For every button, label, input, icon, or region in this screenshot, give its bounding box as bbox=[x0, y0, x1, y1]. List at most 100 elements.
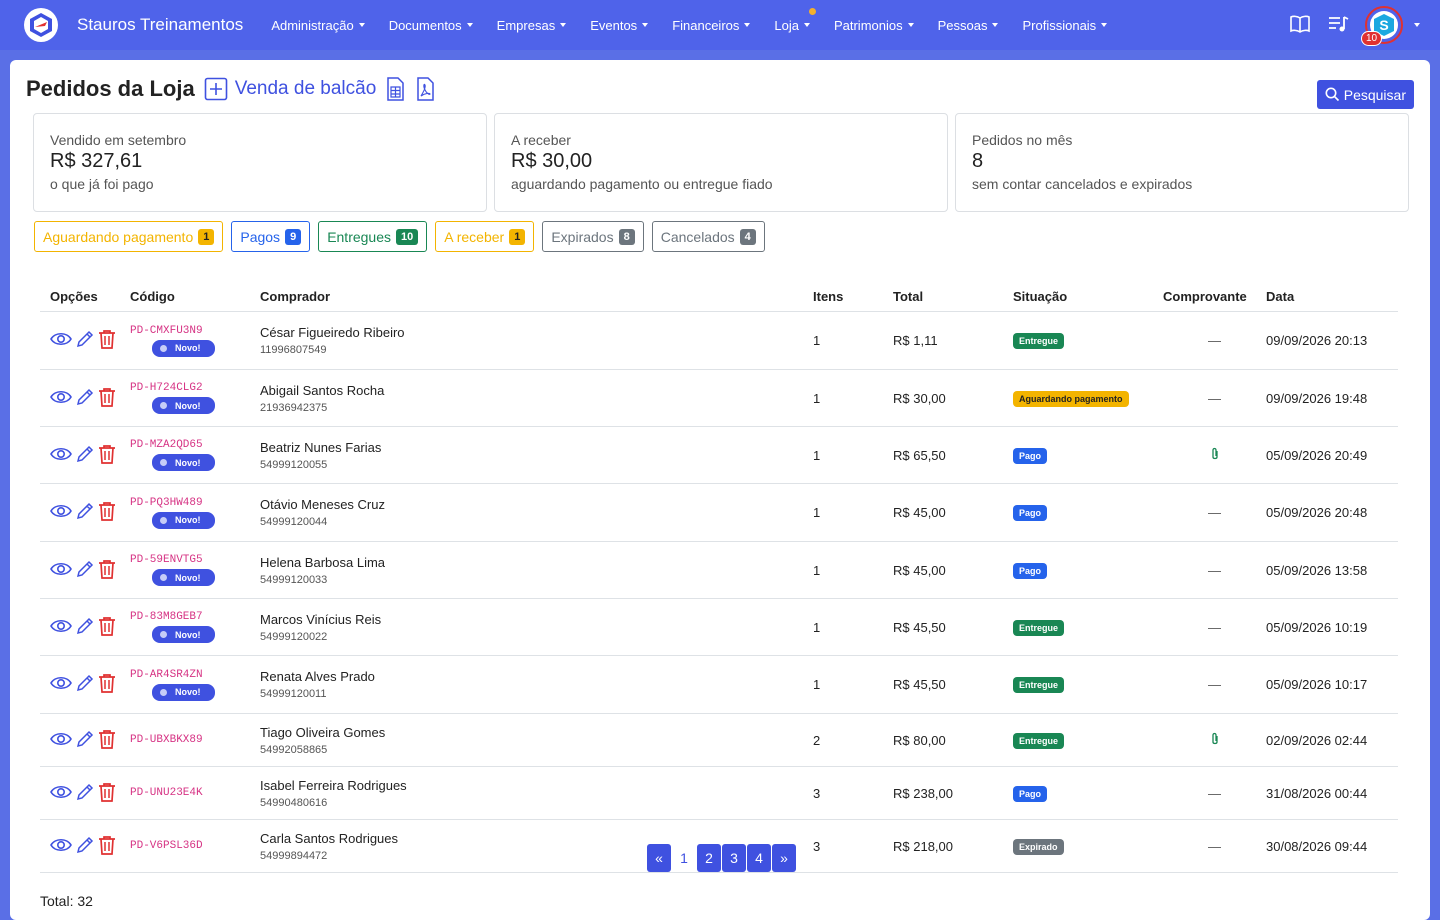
edit-icon[interactable] bbox=[75, 835, 95, 858]
filter-label: Cancelados bbox=[660, 228, 735, 245]
view-icon[interactable] bbox=[50, 731, 72, 750]
attachment-icon[interactable] bbox=[1210, 732, 1220, 749]
filter-entregues-button[interactable]: Entregues 10 bbox=[318, 221, 428, 252]
delete-icon[interactable] bbox=[98, 501, 116, 524]
menu-pessoas[interactable]: Pessoas bbox=[938, 18, 999, 33]
search-button[interactable]: Pesquisar bbox=[1316, 80, 1414, 109]
view-icon[interactable] bbox=[50, 446, 72, 465]
order-code[interactable]: PD-CMXFU3N9 bbox=[130, 325, 260, 337]
status-badge: Entregue bbox=[1013, 619, 1065, 636]
playlist-icon[interactable] bbox=[1327, 14, 1349, 37]
edit-icon[interactable] bbox=[75, 501, 95, 524]
no-proof: — bbox=[1208, 619, 1221, 635]
header-opcoes[interactable]: Opções bbox=[40, 289, 130, 304]
menu-patrimonios[interactable]: Patrimonios bbox=[834, 18, 914, 33]
filter-label: Entregues bbox=[327, 228, 392, 245]
filter-pagos-button[interactable]: Pagos 9 bbox=[231, 221, 311, 252]
order-code[interactable]: PD-59ENVTG5 bbox=[130, 554, 260, 566]
edit-icon[interactable] bbox=[75, 729, 95, 752]
pagination-next[interactable]: » bbox=[772, 844, 796, 872]
view-icon[interactable] bbox=[50, 561, 72, 580]
header-itens[interactable]: Itens bbox=[813, 289, 893, 304]
add-icon[interactable] bbox=[204, 77, 228, 101]
edit-icon[interactable] bbox=[75, 444, 95, 467]
no-proof: — bbox=[1208, 838, 1221, 854]
pagination-page[interactable]: 1 bbox=[672, 844, 696, 872]
spreadsheet-icon[interactable] bbox=[386, 77, 405, 101]
delete-icon[interactable] bbox=[98, 559, 116, 582]
header-total[interactable]: Total bbox=[893, 289, 1013, 304]
pagination-page[interactable]: 3 bbox=[722, 844, 746, 872]
page-title: Pedidos da Loja bbox=[26, 76, 195, 101]
attachment-icon[interactable] bbox=[1210, 447, 1220, 464]
pagination-page[interactable]: 4 bbox=[747, 844, 771, 872]
filter-cancelados-button[interactable]: Cancelados 4 bbox=[651, 221, 765, 252]
menu-loja[interactable]: Loja bbox=[774, 7, 816, 33]
order-code[interactable]: PD-MZA2QD65 bbox=[130, 439, 260, 451]
order-code[interactable]: PD-UNU23E4K bbox=[130, 787, 260, 799]
delete-icon[interactable] bbox=[98, 835, 116, 858]
order-code[interactable]: PD-PQ3HW489 bbox=[130, 497, 260, 509]
delete-icon[interactable] bbox=[98, 616, 116, 639]
row-options bbox=[50, 835, 130, 858]
filter-a-receber-button[interactable]: A receber 1 bbox=[435, 221, 535, 252]
order-code[interactable]: PD-AR4SR4ZN bbox=[130, 669, 260, 681]
menu-financeiros[interactable]: Financeiros bbox=[672, 18, 751, 33]
delete-icon[interactable] bbox=[98, 729, 116, 752]
header-codigo[interactable]: Código bbox=[130, 289, 260, 304]
view-icon[interactable] bbox=[50, 618, 72, 637]
order-total: R$ 45,50 bbox=[893, 677, 946, 692]
pagination-page[interactable]: 2 bbox=[697, 844, 721, 872]
header-comprovante[interactable]: Comprovante bbox=[1163, 289, 1266, 304]
menu-profissionais[interactable]: Profissionais bbox=[1022, 18, 1108, 33]
filter-aguardando-button[interactable]: Aguardando pagamento 1 bbox=[34, 221, 224, 252]
menu-empresas[interactable]: Empresas bbox=[497, 18, 567, 33]
pagination-prev[interactable]: « bbox=[647, 844, 671, 872]
book-icon[interactable] bbox=[1289, 14, 1311, 37]
view-icon[interactable] bbox=[50, 331, 72, 350]
filter-count-badge: 1 bbox=[198, 228, 215, 245]
pdf-icon[interactable] bbox=[416, 77, 435, 101]
delete-icon[interactable] bbox=[98, 782, 116, 805]
user-menu[interactable]: S 10 bbox=[1361, 6, 1420, 46]
novo-dot-icon bbox=[160, 631, 167, 638]
view-icon[interactable] bbox=[50, 784, 72, 803]
view-icon[interactable] bbox=[50, 675, 72, 694]
view-icon[interactable] bbox=[50, 837, 72, 856]
order-code[interactable]: PD-UBXBKX89 bbox=[130, 734, 260, 746]
avatar[interactable]: S 10 bbox=[1361, 6, 1403, 46]
order-code[interactable]: PD-H724CLG2 bbox=[130, 382, 260, 394]
delete-icon[interactable] bbox=[98, 673, 116, 696]
table-row: PD-83M8GEB7 Novo! Marcos Vinícius Reis 5499… bbox=[40, 599, 1398, 656]
brand-logo[interactable] bbox=[24, 8, 58, 42]
menu-documentos[interactable]: Documentos bbox=[389, 18, 473, 33]
delete-icon[interactable] bbox=[98, 387, 116, 410]
edit-icon[interactable] bbox=[75, 329, 95, 352]
menu-administracao[interactable]: Administração bbox=[271, 18, 365, 33]
view-icon[interactable] bbox=[50, 389, 72, 408]
brand-name[interactable]: Stauros Treinamentos bbox=[77, 15, 243, 35]
status-badge: Pago bbox=[1013, 505, 1048, 521]
row-options bbox=[50, 387, 130, 410]
edit-icon[interactable] bbox=[75, 559, 95, 582]
view-icon[interactable] bbox=[50, 503, 72, 522]
edit-icon[interactable] bbox=[75, 782, 95, 805]
filter-expirados-button[interactable]: Expirados 8 bbox=[542, 221, 644, 252]
venda-balcao-link[interactable]: Venda de balcão bbox=[235, 78, 377, 100]
order-code[interactable]: PD-83M8GEB7 bbox=[130, 611, 260, 623]
menu-eventos[interactable]: Eventos bbox=[590, 18, 649, 33]
edit-icon[interactable] bbox=[75, 616, 95, 639]
order-code[interactable]: PD-V6PSL36D bbox=[130, 840, 260, 852]
header-comprador[interactable]: Comprador bbox=[260, 289, 813, 304]
card-pedidos-mes: Pedidos no mês 8 sem contar cancelados e… bbox=[955, 113, 1409, 212]
header-data[interactable]: Data bbox=[1266, 289, 1398, 304]
edit-icon[interactable] bbox=[75, 387, 95, 410]
edit-icon[interactable] bbox=[75, 673, 95, 696]
delete-icon[interactable] bbox=[98, 329, 116, 352]
delete-icon[interactable] bbox=[98, 444, 116, 467]
row-options bbox=[50, 673, 130, 696]
header-situacao[interactable]: Situação bbox=[1013, 289, 1163, 304]
row-options bbox=[50, 444, 130, 467]
items-count: 1 bbox=[813, 619, 821, 635]
status-badge: Entregue bbox=[1013, 677, 1065, 693]
